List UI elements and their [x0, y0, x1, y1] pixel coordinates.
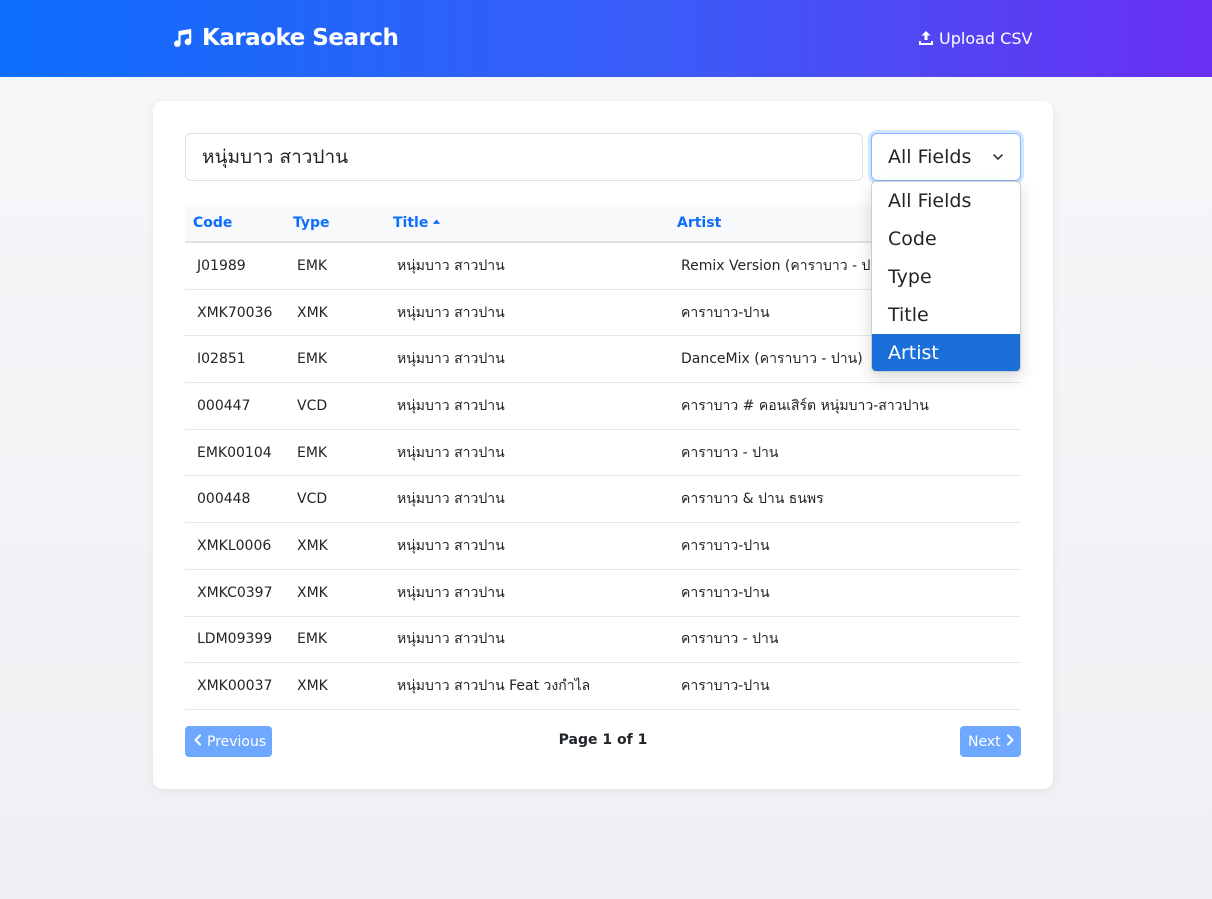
column-header-title[interactable]: Title — [385, 215, 669, 231]
cell-title: หนุ่มบาว สาวปาน — [397, 491, 505, 508]
table-row[interactable]: XMKC0397 XMK หนุ่มบาว สาวปาน คาราบาว-ปาน — [185, 570, 1021, 617]
chevron-right-icon — [1005, 734, 1015, 750]
table-row[interactable]: 000447 VCD หนุ่มบาว สาวปาน คาราบาว # คอนเสิ… — [185, 383, 1021, 430]
column-header-type[interactable]: Type — [285, 215, 385, 231]
cell-code: XMKC0397 — [197, 584, 273, 601]
cell-type: XMK — [297, 304, 328, 321]
cell-title: หนุ่มบาว สาวปาน — [397, 257, 505, 274]
field-select-dropdown: All Fields Code Type Title Artist — [871, 181, 1021, 372]
cell-type: XMK — [297, 537, 328, 554]
cell-artist: คาราบาว & ปาน ธนพร — [681, 491, 824, 508]
cell-title: หนุ่มบาว สาวปาน — [397, 304, 505, 321]
chevron-down-icon — [992, 146, 1004, 168]
cell-code: XMK70036 — [197, 304, 273, 321]
cell-title: หนุ่มบาว สาวปาน — [397, 444, 505, 461]
cell-type: VCD — [297, 491, 328, 508]
cell-artist: คาราบาว # คอนเสิร์ต หนุ่มบาว-สาวปาน — [681, 397, 929, 414]
music-note-icon — [172, 27, 194, 49]
navbar: Karaoke Search Upload CSV — [0, 0, 1212, 77]
column-header-code[interactable]: Code — [185, 215, 285, 231]
cell-code: 000448 — [197, 491, 251, 508]
page-info: Page 1 of 1 — [558, 732, 648, 748]
table-row[interactable]: LDM09399 EMK หนุ่มบาว สาวปาน คาราบาว - ปาน — [185, 617, 1021, 664]
table-row[interactable]: XMK00037 XMK หนุ่มบาว สาวปาน Feat วงกำไล คา… — [185, 663, 1021, 710]
cell-artist: คาราบาว-ปาน — [681, 537, 770, 554]
cell-code: EMK00104 — [197, 444, 272, 461]
search-input[interactable]: หนุ่มบาว สาวปาน — [185, 133, 863, 181]
cell-title: หนุ่มบาว สาวปาน — [397, 631, 505, 648]
brand[interactable]: Karaoke Search — [172, 22, 399, 54]
search-input-value: หนุ่มบาว สาวปาน — [202, 146, 349, 168]
upload-csv-label: Upload CSV — [939, 28, 1033, 48]
cell-title: หนุ่มบาว สาวปาน — [397, 351, 505, 368]
cell-code: XMK00037 — [197, 678, 273, 695]
upload-icon — [918, 30, 934, 46]
cell-code: 000447 — [197, 397, 251, 414]
field-select-value: All Fields — [888, 146, 972, 168]
sort-ascending-icon — [432, 215, 441, 231]
cell-type: VCD — [297, 397, 328, 414]
cell-title: หนุ่มบาว สาวปาน — [397, 584, 505, 601]
cell-type: EMK — [297, 257, 328, 274]
cell-title: หนุ่มบาว สาวปาน — [397, 537, 505, 554]
field-select[interactable]: All Fields — [871, 133, 1021, 181]
option-code[interactable]: Code — [872, 220, 1020, 258]
option-type[interactable]: Type — [872, 258, 1020, 296]
table-row[interactable]: XMKL0006 XMK หนุ่มบาว สาวปาน คาราบาว-ปาน — [185, 523, 1021, 570]
option-artist[interactable]: Artist — [872, 334, 1020, 371]
next-label: Next — [968, 733, 1001, 750]
cell-type: EMK — [297, 631, 328, 648]
cell-code: LDM09399 — [197, 631, 273, 648]
cell-code: XMKL0006 — [197, 537, 272, 554]
next-button[interactable]: Next — [960, 726, 1021, 757]
cell-type: XMK — [297, 678, 328, 695]
option-title[interactable]: Title — [872, 296, 1020, 334]
cell-artist: คาราบาว - ปาน — [681, 631, 779, 648]
cell-title: หนุ่มบาว สาวปาน Feat วงกำไล — [397, 678, 591, 695]
cell-artist: คาราบาว-ปาน — [681, 584, 770, 601]
cell-type: EMK — [297, 444, 328, 461]
pagination: Previous Page 1 of 1 Next — [185, 726, 1021, 757]
brand-title: Karaoke Search — [202, 25, 399, 51]
cell-title: หนุ่มบาว สาวปาน — [397, 397, 505, 414]
table-row[interactable]: 000448 VCD หนุ่มบาว สาวปาน คาราบาว & ปาน ธน… — [185, 476, 1021, 524]
upload-csv-button[interactable]: Upload CSV — [918, 26, 1032, 50]
table-row[interactable]: EMK00104 EMK หนุ่มบาว สาวปาน คาราบาว - ปาน — [185, 430, 1021, 477]
cell-type: XMK — [297, 584, 328, 601]
cell-artist: คาราบาว-ปาน — [681, 678, 770, 695]
option-all-fields[interactable]: All Fields — [872, 182, 1020, 220]
cell-type: EMK — [297, 351, 328, 368]
cell-code: J01989 — [197, 257, 246, 274]
cell-code: I02851 — [197, 351, 246, 368]
cell-artist: คาราบาว - ปาน — [681, 444, 779, 461]
